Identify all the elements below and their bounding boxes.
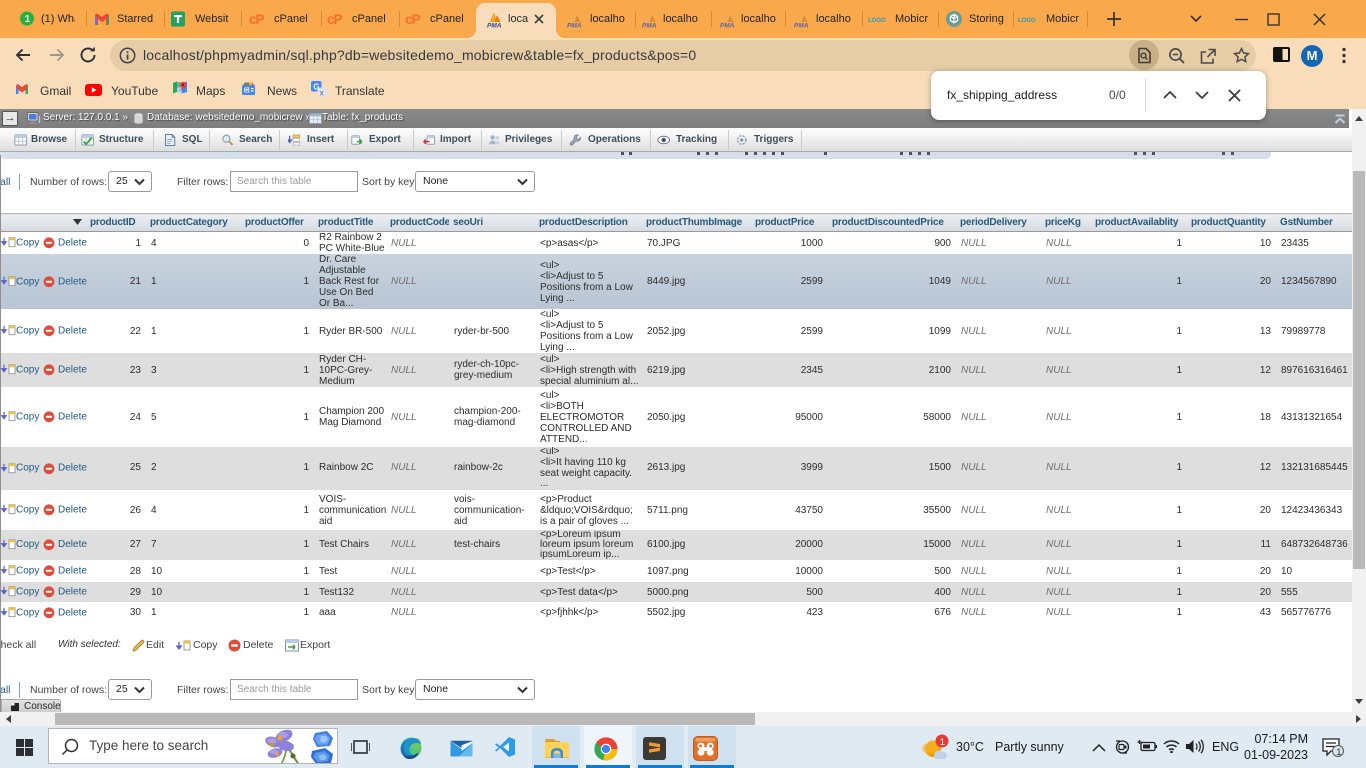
svg-text:PMA: PMA: [720, 23, 735, 29]
svg-text:LOGO: LOGO: [1018, 18, 1036, 24]
svg-text:cP: cP: [249, 12, 265, 27]
svg-text:1: 1: [25, 14, 31, 25]
svg-text:cP: cP: [327, 12, 343, 27]
svg-text:x: x: [320, 89, 324, 98]
svg-text:PMA: PMA: [567, 23, 582, 29]
svg-text:cP: cP: [405, 12, 421, 27]
svg-text:PMA: PMA: [794, 23, 809, 29]
svg-text:1: 1: [940, 737, 945, 748]
svg-text:LOGO: LOGO: [868, 18, 886, 24]
svg-text:PMA: PMA: [642, 23, 657, 29]
svg-text:PMA: PMA: [487, 23, 502, 29]
svg-text:1: 1: [1336, 747, 1341, 757]
